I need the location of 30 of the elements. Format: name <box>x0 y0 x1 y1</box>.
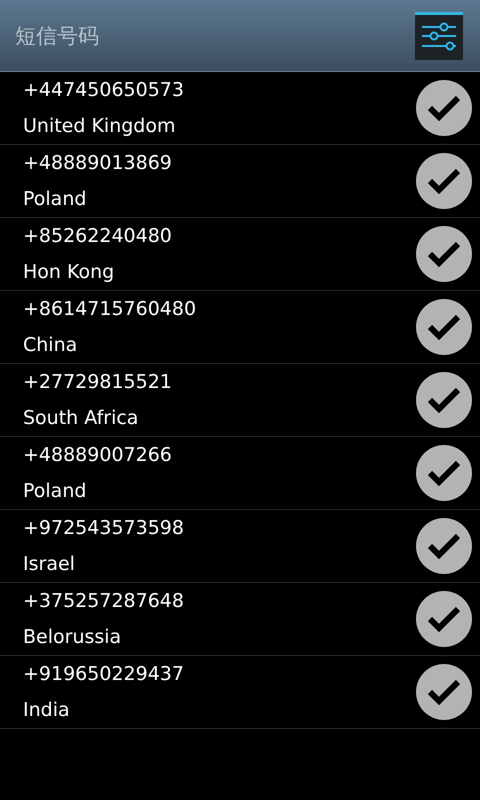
country-name: Poland <box>23 187 88 211</box>
phone-number: +447450650573 <box>23 78 184 102</box>
check-icon <box>427 460 461 486</box>
phone-number: +972543573598 <box>23 516 184 540</box>
country-name: Belorussia <box>23 625 122 649</box>
check-icon <box>427 95 461 121</box>
country-name: South Africa <box>23 406 140 430</box>
country-name: United Kingdom <box>23 114 177 138</box>
check-icon <box>427 314 461 340</box>
phone-number: +375257287648 <box>23 589 184 613</box>
phone-number: +27729815521 <box>23 370 172 394</box>
check-icon <box>427 533 461 559</box>
country-name: Israel <box>23 552 76 576</box>
check-icon <box>427 679 461 705</box>
settings-button[interactable] <box>415 12 463 60</box>
country-name: China <box>23 333 78 357</box>
check-icon <box>427 606 461 632</box>
phone-number: +48889007266 <box>23 443 172 467</box>
check-icon <box>427 241 461 267</box>
check-icon <box>427 387 461 413</box>
country-name: India <box>23 698 71 722</box>
phone-number: +919650229437 <box>23 662 184 686</box>
country-name: Poland <box>23 479 88 503</box>
phone-number: +8614715760480 <box>23 297 196 321</box>
country-name: Hon Kong <box>23 260 116 284</box>
phone-number: +85262240480 <box>23 224 172 248</box>
check-icon <box>427 168 461 194</box>
screen-title: 短信号码 <box>15 22 99 50</box>
phone-number: +48889013869 <box>23 151 172 175</box>
sliders-icon <box>420 22 458 52</box>
